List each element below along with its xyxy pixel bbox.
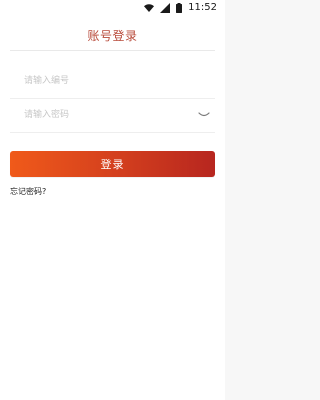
forgot-password-link[interactable]: 忘记密码?: [10, 186, 46, 197]
wifi-icon: [144, 3, 155, 13]
account-input[interactable]: [10, 64, 215, 98]
login-button-label: 登录: [100, 158, 125, 171]
title-divider: [10, 50, 215, 51]
login-button[interactable]: 登录: [10, 151, 215, 177]
signal-icon: [160, 3, 171, 13]
status-time: 11:52: [188, 2, 217, 13]
page-title: 账号登录: [87, 29, 138, 43]
password-input[interactable]: [10, 98, 215, 132]
status-icons: 11:52: [144, 2, 217, 14]
battery-icon: [176, 3, 183, 13]
eye-closed-icon[interactable]: [197, 110, 211, 120]
password-divider: [10, 132, 215, 133]
status-bar: 11:52: [0, 0, 225, 16]
